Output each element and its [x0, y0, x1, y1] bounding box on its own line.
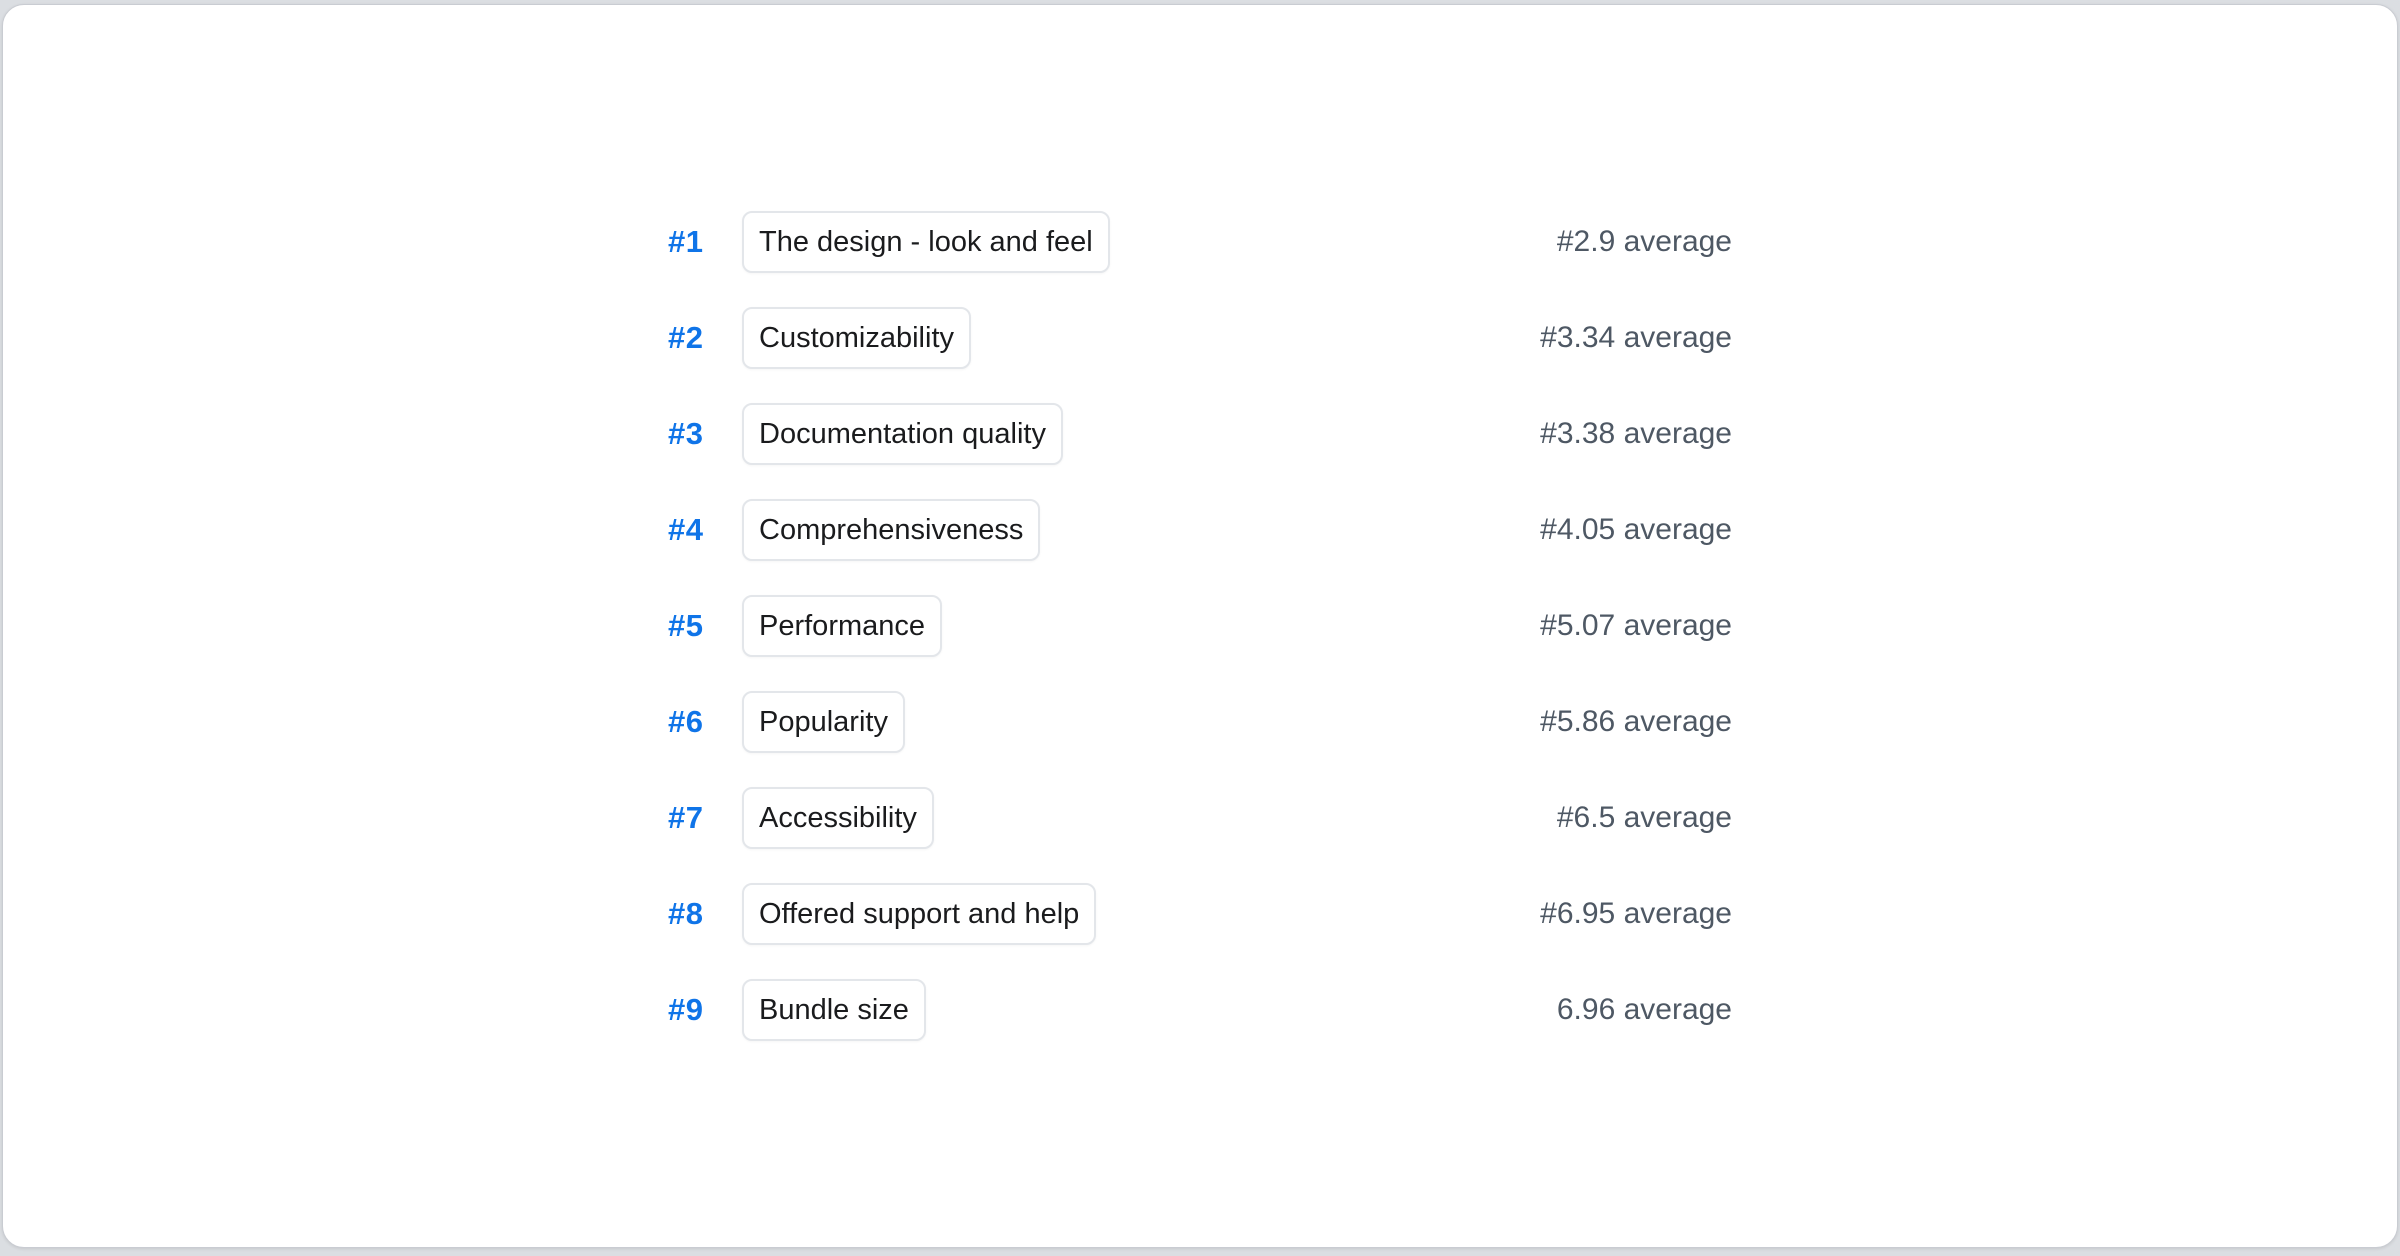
ranking-row: #7 Accessibility #6.5 average — [668, 787, 1732, 849]
ranking-row: #9 Bundle size 6.96 average — [668, 979, 1732, 1041]
average-label: #2.9 average — [1557, 225, 1732, 259]
option-chip: Performance — [742, 595, 942, 657]
average-label: #4.05 average — [1540, 513, 1732, 547]
option-chip: Popularity — [742, 691, 905, 753]
rank-label: #4 — [668, 512, 714, 548]
option-chip: The design - look and feel — [742, 211, 1110, 273]
option-chip: Bundle size — [742, 979, 926, 1041]
rank-label: #2 — [668, 320, 714, 356]
average-label: #6.95 average — [1540, 897, 1732, 931]
option-chip: Accessibility — [742, 787, 934, 849]
ranking-row: #8 Offered support and help #6.95 averag… — [668, 883, 1732, 945]
rank-label: #5 — [668, 608, 714, 644]
average-label: #5.07 average — [1540, 609, 1732, 643]
average-label: 6.96 average — [1557, 993, 1732, 1027]
average-label: #3.38 average — [1540, 417, 1732, 451]
rank-label: #7 — [668, 800, 714, 836]
ranking-list: #1 The design - look and feel #2.9 avera… — [668, 211, 1732, 1041]
rank-label: #8 — [668, 896, 714, 932]
average-label: #6.5 average — [1557, 801, 1732, 835]
ranking-row: #4 Comprehensiveness #4.05 average — [668, 499, 1732, 561]
results-card: #1 The design - look and feel #2.9 avera… — [2, 4, 2398, 1248]
ranking-row: #3 Documentation quality #3.38 average — [668, 403, 1732, 465]
rank-label: #1 — [668, 224, 714, 260]
option-chip: Comprehensiveness — [742, 499, 1040, 561]
rank-label: #3 — [668, 416, 714, 452]
rank-label: #9 — [668, 992, 714, 1028]
option-chip: Documentation quality — [742, 403, 1063, 465]
rank-label: #6 — [668, 704, 714, 740]
average-label: #3.34 average — [1540, 321, 1732, 355]
option-chip: Offered support and help — [742, 883, 1096, 945]
average-label: #5.86 average — [1540, 705, 1732, 739]
ranking-row: #2 Customizability #3.34 average — [668, 307, 1732, 369]
ranking-row: #5 Performance #5.07 average — [668, 595, 1732, 657]
option-chip: Customizability — [742, 307, 971, 369]
ranking-row: #1 The design - look and feel #2.9 avera… — [668, 211, 1732, 273]
ranking-row: #6 Popularity #5.86 average — [668, 691, 1732, 753]
